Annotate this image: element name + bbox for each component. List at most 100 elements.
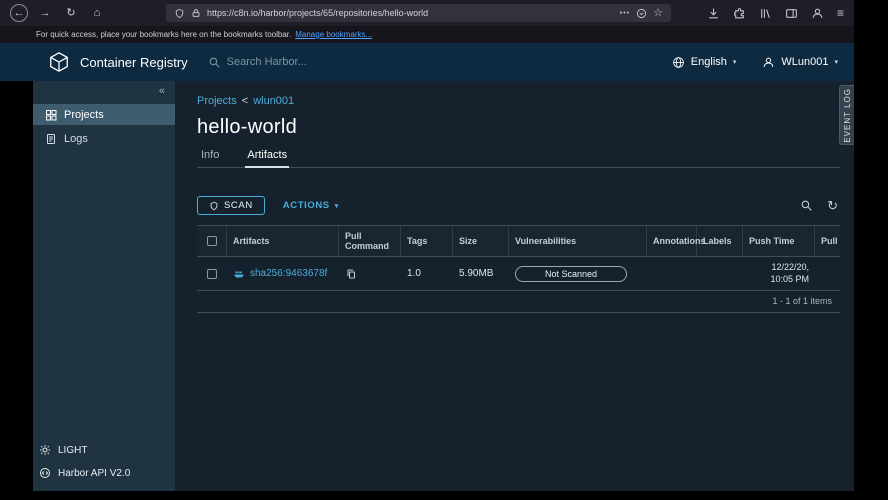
page-title: hello-world — [197, 116, 298, 138]
tracking-protection-shield-icon[interactable] — [174, 8, 185, 19]
library-icon[interactable] — [759, 7, 772, 20]
app-body: « Projects Logs LIGHT Harbor API V2.0 Pr… — [0, 81, 854, 491]
column-header-annotations: Annotations — [647, 226, 706, 256]
download-icon[interactable] — [707, 7, 720, 20]
header-checkbox-cell — [197, 226, 227, 256]
theme-toggle-label: LIGHT — [58, 444, 88, 456]
account-icon[interactable] — [811, 7, 824, 20]
sidebar-item-logs[interactable]: Logs — [33, 128, 175, 149]
table-footer: 1 - 1 of 1 items — [197, 291, 840, 313]
api-icon — [39, 467, 51, 479]
address-bar[interactable]: https://c8n.io/harbor/projects/65/reposi… — [166, 4, 671, 22]
scan-button[interactable]: SCAN — [197, 196, 265, 215]
sidebar-collapse-button[interactable]: « — [33, 81, 175, 101]
column-header-tags: Tags — [401, 226, 453, 256]
back-button[interactable]: ← — [10, 4, 28, 22]
projects-icon — [45, 109, 57, 121]
event-log-tab[interactable]: EVENT LOG — [839, 85, 854, 145]
actions-dropdown[interactable]: ACTIONS ▾ — [283, 200, 339, 211]
grid-toolbar-icons: ↻ — [800, 199, 838, 212]
logs-icon — [45, 133, 57, 145]
push-time-cell: 12/22/20, 10:05 PM — [770, 261, 809, 284]
harbor-logo[interactable]: Container Registry — [48, 51, 188, 73]
sidebar-item-label: Logs — [64, 132, 88, 145]
forward-button[interactable]: → — [36, 4, 54, 22]
header-right: English ▾ WLun001 ▾ — [672, 56, 838, 69]
grid-toolbar: SCAN ACTIONS ▾ ↻ — [197, 196, 840, 215]
tags-cell: 1.0 — [407, 268, 421, 279]
cube-logo-icon — [50, 52, 68, 72]
filter-search-icon[interactable] — [800, 199, 813, 212]
column-header-vulnerabilities: Vulnerabilities — [509, 226, 647, 256]
home-button[interactable]: ⌂ — [88, 4, 106, 22]
manage-bookmarks-link[interactable]: Manage bookmarks... — [295, 30, 372, 39]
globe-icon — [672, 56, 685, 69]
breadcrumb-separator: < — [241, 95, 249, 107]
sidebar: « Projects Logs LIGHT Harbor API V2.0 — [33, 81, 175, 491]
page-actions-icon[interactable]: ••• — [620, 10, 630, 17]
pocket-icon[interactable] — [636, 8, 647, 19]
user-menu[interactable]: WLun001 ▾ — [762, 56, 838, 69]
select-all-checkbox[interactable] — [206, 236, 217, 246]
chevron-down-icon: ▾ — [834, 59, 838, 66]
api-link[interactable]: Harbor API V2.0 — [39, 467, 130, 479]
column-header-pull-command: Pull Command — [339, 226, 401, 256]
column-header-labels: Labels — [697, 226, 743, 256]
reload-icon: ↻ — [66, 6, 76, 19]
menu-icon[interactable]: ≡ — [837, 7, 844, 19]
sidebar-item-projects[interactable]: Projects — [33, 104, 175, 125]
global-search — [208, 56, 447, 69]
theme-toggle[interactable]: LIGHT — [39, 444, 130, 456]
column-header-size: Size — [453, 226, 509, 256]
tab-bar: Info Artifacts — [197, 145, 840, 168]
lock-icon[interactable] — [191, 8, 201, 18]
table-header-row: Artifacts Pull Command Tags Size Vulnera… — [197, 226, 840, 257]
sun-icon — [39, 444, 51, 456]
row-checkbox-cell — [197, 268, 227, 279]
sidebar-toggle-icon[interactable] — [785, 7, 798, 20]
pagination-summary: 1 - 1 of 1 items — [772, 296, 832, 306]
size-cell: 5.90MB — [459, 268, 494, 279]
breadcrumb: Projects < wlun001 — [197, 95, 840, 108]
event-log-label: EVENT LOG — [842, 87, 852, 143]
refresh-icon[interactable]: ↻ — [827, 199, 838, 212]
chevron-down-icon: ▾ — [732, 59, 737, 66]
home-icon: ⌂ — [93, 6, 101, 19]
collapse-icon: « — [158, 85, 165, 97]
search-input[interactable] — [226, 56, 447, 68]
brand-title: Container Registry — [80, 54, 188, 70]
back-icon: ← — [13, 6, 25, 19]
vulnerabilities-cell: Not Scanned — [509, 265, 647, 282]
bookmark-star-icon[interactable]: ☆ — [653, 7, 663, 19]
api-version-label: Harbor API V2.0 — [58, 467, 131, 479]
artifact-cell: sha256:9463678f — [227, 268, 339, 280]
table-row: sha256:9463678f 1.0 5.90MB Not Scanned 1… — [197, 257, 840, 291]
url-text: https://c8n.io/harbor/projects/65/reposi… — [207, 8, 429, 18]
vulnerability-status-badge: Not Scanned — [515, 265, 627, 282]
sidebar-item-label: Projects — [64, 108, 104, 121]
breadcrumb-projects-link[interactable]: Projects — [197, 95, 237, 107]
browser-toolbar: ← → ↻ ⌂ https://c8n.io/harbor/projects/6… — [0, 0, 854, 26]
scan-shield-icon — [209, 201, 219, 211]
copy-pull-command-icon[interactable] — [345, 268, 395, 280]
screenshot-root: ← → ↻ ⌂ https://c8n.io/harbor/projects/6… — [0, 0, 888, 500]
app-header: Container Registry English ▾ — [0, 43, 854, 81]
column-header-pull-truncated: Pull — [821, 236, 838, 246]
bookmarks-notice: For quick access, place your bookmarks h… — [36, 30, 292, 39]
row-checkbox[interactable] — [207, 268, 217, 279]
reload-button[interactable]: ↻ — [62, 4, 80, 22]
username-label: WLun001 — [781, 56, 829, 68]
artifact-digest-link[interactable]: sha256:9463678f — [250, 268, 327, 279]
tab-info[interactable]: Info — [199, 145, 221, 167]
language-selector[interactable]: English ▾ — [672, 56, 737, 69]
left-rail — [0, 81, 33, 491]
pull-command-cell — [339, 268, 401, 280]
tab-artifacts[interactable]: Artifacts — [245, 145, 289, 168]
column-header-push-time: Push Time — [743, 226, 815, 256]
language-label: English — [690, 56, 727, 68]
sidebar-footer: LIGHT Harbor API V2.0 — [39, 444, 130, 479]
breadcrumb-project-link[interactable]: wlun001 — [253, 95, 294, 107]
extensions-icon[interactable] — [733, 7, 746, 20]
column-header-artifacts: Artifacts — [227, 226, 339, 256]
actions-label: ACTIONS — [282, 200, 330, 211]
